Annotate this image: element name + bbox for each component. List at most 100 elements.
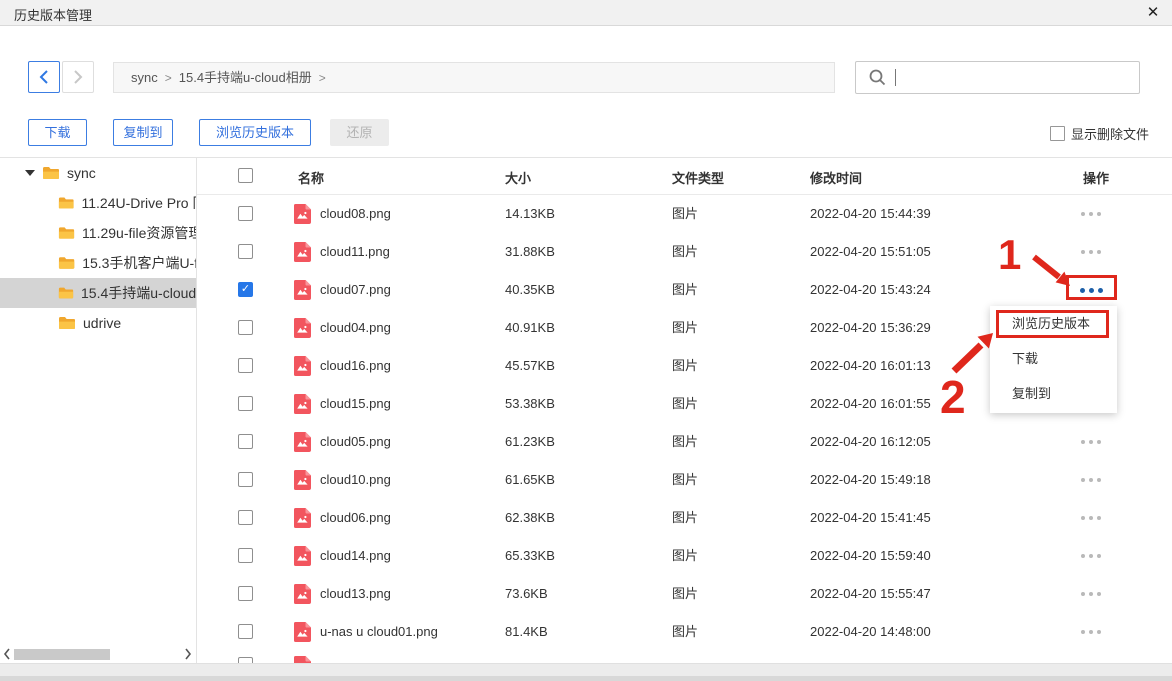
row-actions-menu-button[interactable] <box>1071 423 1111 461</box>
table-row[interactable]: cloud06.png62.38KB图片2022-04-20 15:41:45 <box>197 499 1172 537</box>
sidebar-item-udrive[interactable]: udrive <box>0 308 196 338</box>
select-all-checkbox[interactable] <box>238 168 253 183</box>
search-box[interactable] <box>855 61 1140 94</box>
file-mtime: 2022-04-20 15:44:39 <box>810 195 931 233</box>
file-mtime: 2022-04-20 16:01:13 <box>810 347 931 385</box>
file-name: cloud07.png <box>320 271 391 309</box>
row-actions-menu-button-active[interactable] <box>1071 271 1111 309</box>
row-actions-menu-button[interactable] <box>1071 575 1111 613</box>
row-actions-menu-button[interactable] <box>1071 499 1111 537</box>
row-checkbox[interactable] <box>238 510 253 525</box>
image-file-icon <box>294 622 311 642</box>
image-file-icon <box>294 432 311 452</box>
table-row[interactable]: ✓cloud07.png40.35KB图片2022-04-20 15:43:24 <box>197 271 1172 309</box>
file-size: 61.23KB <box>505 423 555 461</box>
copy-to-button[interactable]: 复制到 <box>113 119 173 146</box>
header-op: 操作 <box>1083 168 1109 187</box>
expand-caret-icon[interactable] <box>25 170 35 176</box>
header-size: 大小 <box>505 168 531 187</box>
table-row[interactable]: cloud10.png61.65KB图片2022-04-20 15:49:18 <box>197 461 1172 499</box>
row-checkbox[interactable] <box>238 624 253 639</box>
back-button[interactable] <box>28 61 60 93</box>
row-checkbox[interactable] <box>238 434 253 449</box>
file-name: cloud05.png <box>320 423 391 461</box>
table-row[interactable]: u-nas u cloud01.png81.4KB图片2022-04-20 14… <box>197 613 1172 651</box>
scroll-right-icon[interactable] <box>183 647 193 661</box>
table-row[interactable]: cloud11.png31.88KB图片2022-04-20 15:51:05 <box>197 233 1172 271</box>
row-checkbox[interactable] <box>238 358 253 373</box>
context-menu-item-复制到[interactable]: 复制到 <box>990 376 1117 411</box>
file-mtime: 2022-04-20 15:59:40 <box>810 537 931 575</box>
row-checkbox-checked[interactable]: ✓ <box>238 282 253 297</box>
image-file-icon <box>294 318 311 338</box>
sidebar-item-11-24u-drive-pro-[interactable]: 11.24U-Drive Pro 同 <box>0 188 196 218</box>
context-menu-item-下载[interactable]: 下载 <box>990 341 1117 376</box>
scroll-left-icon[interactable] <box>2 647 12 661</box>
file-size: 73.6KB <box>505 575 548 613</box>
row-actions-menu-button[interactable] <box>1071 233 1111 271</box>
window-title: 历史版本管理 <box>14 5 92 24</box>
row-actions-menu-button[interactable] <box>1071 195 1111 233</box>
file-table-header: 名称 大小 文件类型 修改时间 操作 <box>197 158 1172 195</box>
search-input[interactable] <box>896 62 1139 93</box>
table-row[interactable]: cloud14.png65.33KB图片2022-04-20 15:59:40 <box>197 537 1172 575</box>
row-checkbox[interactable] <box>238 472 253 487</box>
row-checkbox[interactable] <box>238 657 253 663</box>
chevron-right-icon <box>72 70 84 84</box>
sidebar-item-sync[interactable]: sync <box>0 158 196 188</box>
breadcrumb-segment[interactable]: sync <box>131 70 158 85</box>
row-checkbox[interactable] <box>238 586 253 601</box>
breadcrumb-separator-icon: > <box>165 71 172 85</box>
context-menu-item-浏览历史版本[interactable]: 浏览历史版本 <box>990 306 1117 341</box>
file-type: 图片 <box>672 195 698 233</box>
show-deleted-files-option[interactable]: 显示删除文件 <box>1050 124 1149 143</box>
table-row[interactable]: cloud05.png61.23KB图片2022-04-20 16:12:05 <box>197 423 1172 461</box>
sidebar-horizontal-scrollbar[interactable] <box>0 645 197 663</box>
folder-icon <box>58 316 76 330</box>
breadcrumb: sync >15.4手持端u-cloud相册 > <box>113 62 835 93</box>
row-actions-menu-button[interactable] <box>1071 461 1111 499</box>
download-button[interactable]: 下载 <box>28 119 87 146</box>
file-mtime: 2022-04-20 15:55:47 <box>810 575 931 613</box>
sidebar-item-15-4-u-cloud-[interactable]: 15.4手持端u-cloud相 <box>0 278 196 308</box>
folder-icon <box>58 226 75 240</box>
breadcrumb-separator-icon: > <box>319 71 326 85</box>
forward-button-disabled[interactable] <box>62 61 94 93</box>
restore-button-disabled[interactable]: 还原 <box>330 119 389 146</box>
row-checkbox[interactable] <box>238 396 253 411</box>
row-checkbox[interactable] <box>238 320 253 335</box>
row-actions-menu-button[interactable] <box>1071 613 1111 651</box>
table-row[interactable] <box>197 651 1172 663</box>
browse-history-button[interactable]: 浏览历史版本 <box>199 119 311 146</box>
file-type: 图片 <box>672 271 698 309</box>
file-name: cloud14.png <box>320 537 391 575</box>
image-file-icon <box>294 242 311 262</box>
folder-icon <box>58 286 74 300</box>
folder-label: 11.29u-file资源管理 <box>82 223 196 243</box>
row-checkbox[interactable] <box>238 206 253 221</box>
table-row[interactable]: cloud08.png14.13KB图片2022-04-20 15:44:39 <box>197 195 1172 233</box>
show-deleted-checkbox[interactable] <box>1050 126 1065 141</box>
row-context-menu: 浏览历史版本下载复制到 <box>990 306 1117 413</box>
image-file-icon <box>294 356 311 376</box>
row-checkbox[interactable] <box>238 244 253 259</box>
file-type: 图片 <box>672 347 698 385</box>
sidebar-item-11-29u-file-[interactable]: 11.29u-file资源管理 <box>0 218 196 248</box>
file-type: 图片 <box>672 461 698 499</box>
breadcrumb-segment[interactable]: 15.4手持端u-cloud相册 <box>179 70 312 85</box>
folder-icon <box>42 166 60 180</box>
image-file-icon <box>294 656 311 663</box>
file-name: cloud16.png <box>320 347 391 385</box>
scrollbar-thumb[interactable] <box>14 649 110 660</box>
row-actions-menu-button[interactable] <box>1071 537 1111 575</box>
close-icon[interactable]: ✕ <box>1142 2 1164 24</box>
header-type: 文件类型 <box>672 168 724 187</box>
table-row[interactable]: cloud13.png73.6KB图片2022-04-20 15:55:47 <box>197 575 1172 613</box>
header-name: 名称 <box>298 168 324 187</box>
file-type: 图片 <box>672 575 698 613</box>
row-checkbox[interactable] <box>238 548 253 563</box>
folder-label: 15.4手持端u-cloud相 <box>81 283 196 303</box>
sidebar-item-15-3-u-fi[interactable]: 15.3手机客户端U-fi <box>0 248 196 278</box>
file-type: 图片 <box>672 613 698 651</box>
file-mtime: 2022-04-20 15:49:18 <box>810 461 931 499</box>
